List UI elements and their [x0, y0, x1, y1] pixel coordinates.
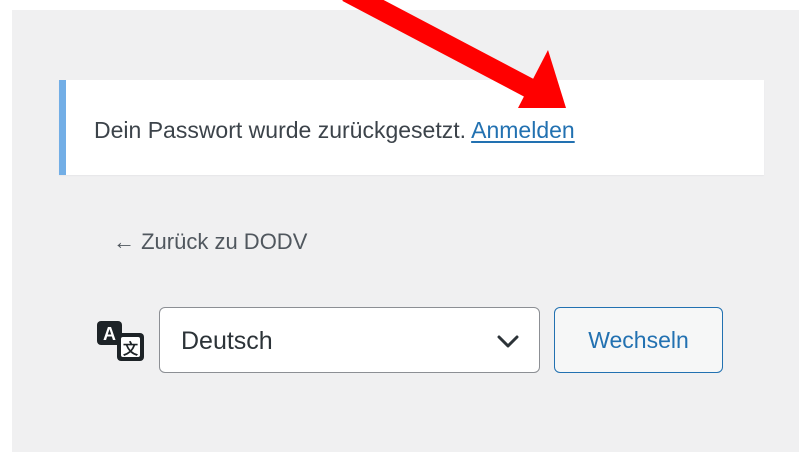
translation-icon: A 文 [97, 321, 144, 361]
svg-text:文: 文 [123, 340, 139, 358]
back-to-site-link[interactable]: ← Zurück zu DODV [113, 228, 307, 256]
notice-text: Dein Passwort wurde zurückgesetzt. Anmel… [94, 116, 575, 144]
password-reset-notice: Dein Passwort wurde zurückgesetzt. Anmel… [59, 80, 764, 175]
language-select-value: Deutsch [181, 327, 273, 355]
chevron-down-icon [497, 335, 519, 348]
language-select[interactable]: Deutsch [159, 307, 540, 373]
switch-language-button[interactable]: Wechseln [554, 307, 723, 373]
notice-message: Dein Passwort wurde zurückgesetzt. [94, 117, 466, 143]
login-link[interactable]: Anmelden [471, 117, 575, 143]
svg-text:A: A [103, 324, 116, 344]
